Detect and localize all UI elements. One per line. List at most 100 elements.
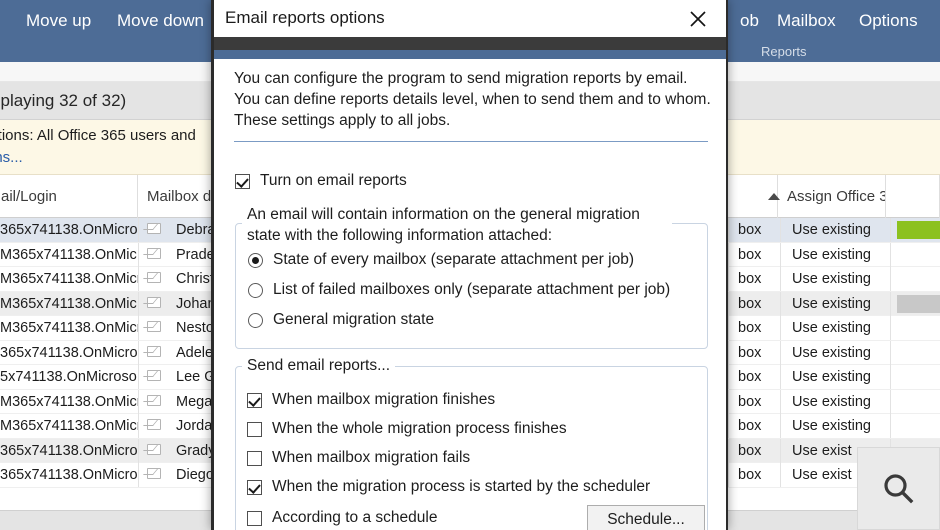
checkbox-when-mailbox-migration-finishes[interactable]: When mailbox migration finishes xyxy=(247,391,495,409)
cell-assign-office-365: Use existing xyxy=(792,320,871,336)
checkbox-according-to-a-schedule[interactable]: According to a schedule xyxy=(247,509,437,527)
cell-divider xyxy=(780,365,781,389)
cell-email-login: M365x741138.OnMic xyxy=(0,246,137,263)
cell-divider xyxy=(890,316,891,340)
radio-indicator xyxy=(248,312,263,328)
schedule-button[interactable]: Schedule... xyxy=(587,505,705,530)
cell-assign-office-365: Use existing xyxy=(792,271,871,287)
checkbox-indicator xyxy=(247,392,262,408)
cell-email-login: M365x741138.OnMicr xyxy=(0,393,138,410)
close-icon xyxy=(690,11,706,27)
cell-divider xyxy=(890,389,891,414)
menu-item-options[interactable]: Options xyxy=(847,0,930,42)
checkbox-label: Turn on email reports xyxy=(260,172,407,189)
cell-email-login: M365x741138.OnMicr xyxy=(0,418,138,434)
cell-email-login: M365x741138.OnMicr xyxy=(0,320,138,336)
cell-divider xyxy=(138,438,139,463)
column-header-mailbox-db[interactable]: Mailbox d xyxy=(138,175,218,218)
cell-divider xyxy=(138,463,139,487)
dialog-description: You can configure the program to send mi… xyxy=(234,70,711,129)
radio-general-migration-state[interactable]: General migration state xyxy=(248,311,434,329)
cell-divider xyxy=(728,365,729,389)
envelope-icon xyxy=(147,321,161,332)
submenu-item-reports[interactable]: Reports xyxy=(753,42,815,62)
cell-divider xyxy=(780,291,781,316)
dialog-divider xyxy=(234,141,708,142)
column-header-assign-office-365[interactable]: Assign Office 36 xyxy=(778,175,886,218)
cell-divider xyxy=(890,218,891,242)
cell-mailbox: box xyxy=(738,418,762,434)
checkbox-when-mailbox-migration-fails[interactable]: When mailbox migration fails xyxy=(247,449,470,467)
checkbox-indicator xyxy=(247,421,262,437)
cell-divider xyxy=(138,316,139,340)
cell-assign-office-365: Use existing xyxy=(792,295,871,312)
checkbox-label: When mailbox migration finishes xyxy=(272,391,496,408)
menu-item-move-up[interactable]: Move up xyxy=(14,0,103,42)
email-reports-options-dialog: Email reports options You can configure … xyxy=(211,0,728,530)
cell-divider xyxy=(780,389,781,414)
cell-divider xyxy=(138,242,139,267)
cell-mailbox: box xyxy=(738,246,762,263)
column-header-email-login[interactable]: ail/Login xyxy=(0,175,138,218)
cell-assign-office-365: Use existing xyxy=(792,418,871,434)
cell-mailbox: box xyxy=(738,369,762,385)
envelope-icon xyxy=(147,419,161,430)
cell-assign-office-365: Use existing xyxy=(792,369,871,385)
cell-divider xyxy=(138,414,139,438)
cell-mailbox: box xyxy=(738,467,762,483)
cell-assign-office-365: Use existing xyxy=(792,246,871,263)
report-detail-caption: An email will contain information on the… xyxy=(242,204,672,246)
checkbox-indicator xyxy=(247,479,262,495)
menu-item-move-down[interactable]: Move down xyxy=(105,0,216,42)
dialog-title: Email reports options xyxy=(225,8,385,27)
envelope-icon xyxy=(147,468,161,479)
cell-divider xyxy=(780,242,781,267)
column-header-status[interactable] xyxy=(886,175,940,218)
checkbox-label: When mailbox migration fails xyxy=(272,449,471,466)
cell-divider xyxy=(890,267,891,291)
cell-divider xyxy=(138,365,139,389)
cell-divider xyxy=(138,267,139,291)
radio-label: General migration state xyxy=(273,311,435,328)
screen: Move up Move down ob Mailbox Options Rep… xyxy=(0,0,940,530)
record-count-text: splaying 32 of 32) xyxy=(0,91,127,110)
filter-conditions-link[interactable]: ons... xyxy=(0,149,23,166)
cell-divider xyxy=(728,463,729,487)
cell-divider xyxy=(138,340,139,365)
menu-item-mailbox[interactable]: Mailbox xyxy=(765,0,848,42)
cell-divider xyxy=(890,291,891,316)
close-button[interactable] xyxy=(678,4,718,34)
cell-divider xyxy=(728,389,729,414)
envelope-icon xyxy=(147,296,161,308)
cell-divider xyxy=(890,414,891,438)
sort-ascending-icon xyxy=(768,193,780,200)
radio-list-of-failed-mailboxes[interactable]: List of failed mailboxes only (separate … xyxy=(248,281,670,299)
cell-email-login: 365x741138.OnMicro xyxy=(0,344,138,361)
cell-email-login: 5x741138.OnMicroso xyxy=(0,369,137,385)
checkbox-when-started-by-scheduler[interactable]: When the migration process is started by… xyxy=(247,478,650,496)
radio-label: List of failed mailboxes only (separate … xyxy=(273,281,671,298)
checkbox-when-whole-migration-finishes[interactable]: When the whole migration process finishe… xyxy=(247,420,567,438)
cell-email-login: 365x741138.OnMicro xyxy=(0,222,138,238)
radio-indicator xyxy=(248,252,263,268)
cell-assign-office-365: Use existing xyxy=(792,344,871,361)
cell-divider xyxy=(138,218,139,242)
cell-mailbox: box xyxy=(738,393,762,410)
cell-divider xyxy=(728,414,729,438)
radio-state-of-every-mailbox[interactable]: State of every mailbox (separate attachm… xyxy=(248,251,634,269)
envelope-icon xyxy=(147,272,161,283)
envelope-icon xyxy=(147,394,161,406)
radio-indicator xyxy=(248,282,263,298)
envelope-icon xyxy=(147,223,161,234)
cell-divider xyxy=(780,414,781,438)
checkbox-label: When the whole migration process finishe… xyxy=(272,420,567,437)
cell-divider xyxy=(780,267,781,291)
envelope-icon xyxy=(147,247,161,259)
cell-divider xyxy=(728,242,729,267)
cell-divider xyxy=(728,316,729,340)
checkbox-turn-on-email-reports[interactable]: Turn on email reports xyxy=(235,172,407,190)
cell-mailbox: box xyxy=(738,295,762,312)
search-button[interactable] xyxy=(857,447,940,530)
checkbox-indicator xyxy=(247,510,262,526)
filter-conditions-text: ditions: All Office 365 users and xyxy=(0,127,196,144)
